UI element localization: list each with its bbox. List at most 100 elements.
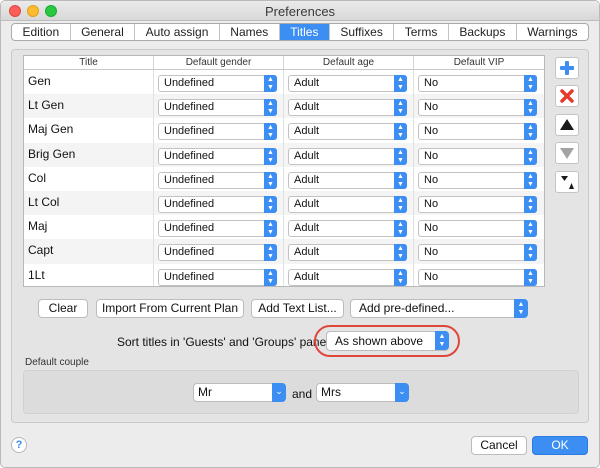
- title-cell[interactable]: Brig Gen: [24, 142, 154, 167]
- chevron-up-down-icon: ▲ ▼: [394, 123, 407, 141]
- title-cell[interactable]: 1Lt: [24, 263, 154, 286]
- default-age-select[interactable]: Adult ▲ ▼: [288, 195, 407, 213]
- table-row[interactable]: Lt Col Undefined ▲ ▼ Adult ▲ ▼ No ▲ ▼: [24, 190, 544, 216]
- chevron-up-down-icon: ▲ ▼: [524, 244, 537, 262]
- default-gender-select[interactable]: Undefined ▲ ▼: [158, 123, 277, 141]
- default-age-select[interactable]: Adult ▲ ▼: [288, 268, 407, 286]
- table-row[interactable]: Maj Gen Undefined ▲ ▼ Adult ▲ ▼ No ▲ ▼: [24, 118, 544, 143]
- tab-terms[interactable]: Terms: [394, 24, 449, 40]
- default-age-select[interactable]: Adult ▲ ▼: [288, 171, 407, 189]
- chevron-up-down-icon: ▲ ▼: [394, 171, 407, 189]
- default-age-select[interactable]: Adult ▲ ▼: [288, 99, 407, 117]
- default-age-select[interactable]: Adult ▲ ▼: [288, 220, 407, 238]
- default-gender-value: Undefined: [164, 173, 215, 186]
- default-vip-cell: No ▲ ▼: [414, 70, 544, 94]
- default-gender-cell: Undefined ▲ ▼: [154, 166, 284, 191]
- remove-title-button[interactable]: [555, 85, 579, 107]
- tab-warnings[interactable]: Warnings: [517, 24, 588, 40]
- default-age-select[interactable]: Adult ▲ ▼: [288, 123, 407, 141]
- move-up-button[interactable]: [555, 114, 579, 136]
- title-cell[interactable]: Col: [24, 166, 154, 191]
- tab-general[interactable]: General: [71, 24, 136, 40]
- default-gender-select[interactable]: Undefined ▲ ▼: [158, 195, 277, 213]
- default-vip-cell: No ▲ ▼: [414, 118, 544, 142]
- table-row[interactable]: 1Lt Undefined ▲ ▼ Adult ▲ ▼ No ▲ ▼: [24, 263, 544, 286]
- table-row[interactable]: Maj Undefined ▲ ▼ Adult ▲ ▼ No ▲ ▼: [24, 215, 544, 240]
- table-body: Gen Undefined ▲ ▼ Adult ▲ ▼ No ▲ ▼ Lt Gen Undefined…: [24, 70, 544, 286]
- default-vip-value: No: [424, 173, 439, 186]
- default-age-value: Adult: [294, 173, 320, 186]
- clear-button[interactable]: Clear: [38, 299, 88, 318]
- default-vip-value: No: [424, 197, 439, 210]
- column-header-default-vip[interactable]: Default VIP: [414, 56, 544, 69]
- default-vip-select[interactable]: No ▲ ▼: [418, 75, 537, 92]
- tab-backups[interactable]: Backups: [449, 24, 517, 40]
- tab-edition[interactable]: Edition: [12, 24, 71, 40]
- couple-first-value: Mr: [198, 385, 212, 399]
- default-age-cell: Adult ▲ ▼: [284, 239, 414, 264]
- default-vip-value: No: [424, 125, 439, 138]
- default-vip-select[interactable]: No ▲ ▼: [418, 244, 537, 262]
- default-gender-select[interactable]: Undefined ▲ ▼: [158, 268, 277, 286]
- title-cell[interactable]: Lt Gen: [24, 94, 154, 119]
- tab-titles[interactable]: Titles: [279, 24, 330, 40]
- column-header-default-gender[interactable]: Default gender: [154, 56, 284, 69]
- cancel-button[interactable]: Cancel: [471, 436, 527, 455]
- default-gender-cell: Undefined ▲ ▼: [154, 215, 284, 240]
- add-title-button[interactable]: [555, 57, 579, 79]
- chevron-down-icon: ⌄: [272, 383, 286, 402]
- default-age-value: Adult: [294, 197, 320, 210]
- title-cell[interactable]: Maj Gen: [24, 118, 154, 143]
- chevron-up-down-icon: ▲ ▼: [524, 220, 537, 238]
- table-header: Title Default gender Default age Default…: [24, 56, 544, 70]
- move-down-button[interactable]: [555, 142, 579, 164]
- chevron-up-down-icon: ▲ ▼: [264, 99, 277, 117]
- default-gender-select[interactable]: Undefined ▲ ▼: [158, 147, 277, 165]
- title-cell[interactable]: Gen: [24, 70, 154, 95]
- add-text-list-button[interactable]: Add Text List...: [251, 299, 344, 318]
- tab-suffixes[interactable]: Suffixes: [330, 24, 395, 40]
- default-vip-select[interactable]: No ▲ ▼: [418, 99, 537, 117]
- chevron-up-down-icon: ▲ ▼: [264, 75, 277, 92]
- chevron-up-down-icon: ▲ ▼: [394, 220, 407, 238]
- table-row[interactable]: Brig Gen Undefined ▲ ▼ Adult ▲ ▼ No ▲ ▼: [24, 142, 544, 167]
- tab-auto-assign[interactable]: Auto assign: [135, 24, 220, 40]
- chevron-up-down-icon: ▲ ▼: [264, 268, 277, 286]
- default-age-select[interactable]: Adult ▲ ▼: [288, 147, 407, 165]
- default-vip-select[interactable]: No ▲ ▼: [418, 147, 537, 165]
- couple-second-select[interactable]: Mrs ⌄: [316, 383, 409, 402]
- default-vip-select[interactable]: No ▲ ▼: [418, 195, 537, 213]
- default-age-select[interactable]: Adult ▲ ▼: [288, 244, 407, 262]
- default-age-select[interactable]: Adult ▲ ▼: [288, 75, 407, 92]
- default-gender-select[interactable]: Undefined ▲ ▼: [158, 75, 277, 92]
- title-cell[interactable]: Maj: [24, 215, 154, 240]
- default-gender-value: Undefined: [164, 197, 215, 210]
- ok-button[interactable]: OK: [532, 436, 588, 455]
- chevron-up-down-icon: ▲ ▼: [394, 195, 407, 213]
- couple-first-select[interactable]: Mr ⌄: [193, 383, 286, 402]
- table-row[interactable]: Gen Undefined ▲ ▼ Adult ▲ ▼ No ▲ ▼: [24, 70, 544, 95]
- table-row[interactable]: Lt Gen Undefined ▲ ▼ Adult ▲ ▼ No ▲ ▼: [24, 94, 544, 119]
- chevron-up-down-icon: ▲ ▼: [264, 220, 277, 238]
- column-header-default-age[interactable]: Default age: [284, 56, 414, 69]
- help-button[interactable]: ?: [11, 437, 27, 453]
- import-from-current-plan-button[interactable]: Import From Current Plan: [96, 299, 244, 318]
- default-gender-select[interactable]: Undefined ▲ ▼: [158, 244, 277, 262]
- table-row[interactable]: Capt Undefined ▲ ▼ Adult ▲ ▼ No ▲ ▼: [24, 239, 544, 264]
- default-gender-select[interactable]: Undefined ▲ ▼: [158, 171, 277, 189]
- default-vip-select[interactable]: No ▲ ▼: [418, 123, 537, 141]
- default-vip-select[interactable]: No ▲ ▼: [418, 220, 537, 238]
- column-header-title[interactable]: Title: [24, 56, 154, 69]
- title-cell[interactable]: Lt Col: [24, 190, 154, 216]
- table-row[interactable]: Col Undefined ▲ ▼ Adult ▲ ▼ No ▲ ▼: [24, 166, 544, 191]
- add-predefined-select[interactable]: Add pre-defined... ▲ ▼: [350, 299, 528, 318]
- default-gender-select[interactable]: Undefined ▲ ▼: [158, 99, 277, 117]
- default-vip-cell: No ▲ ▼: [414, 239, 544, 263]
- sort-button[interactable]: [555, 171, 579, 193]
- default-vip-select[interactable]: No ▲ ▼: [418, 268, 537, 286]
- title-cell[interactable]: Capt: [24, 239, 154, 264]
- tab-names[interactable]: Names: [220, 24, 280, 40]
- default-vip-select[interactable]: No ▲ ▼: [418, 171, 537, 189]
- couple-and-label: and: [292, 387, 313, 401]
- default-gender-select[interactable]: Undefined ▲ ▼: [158, 220, 277, 238]
